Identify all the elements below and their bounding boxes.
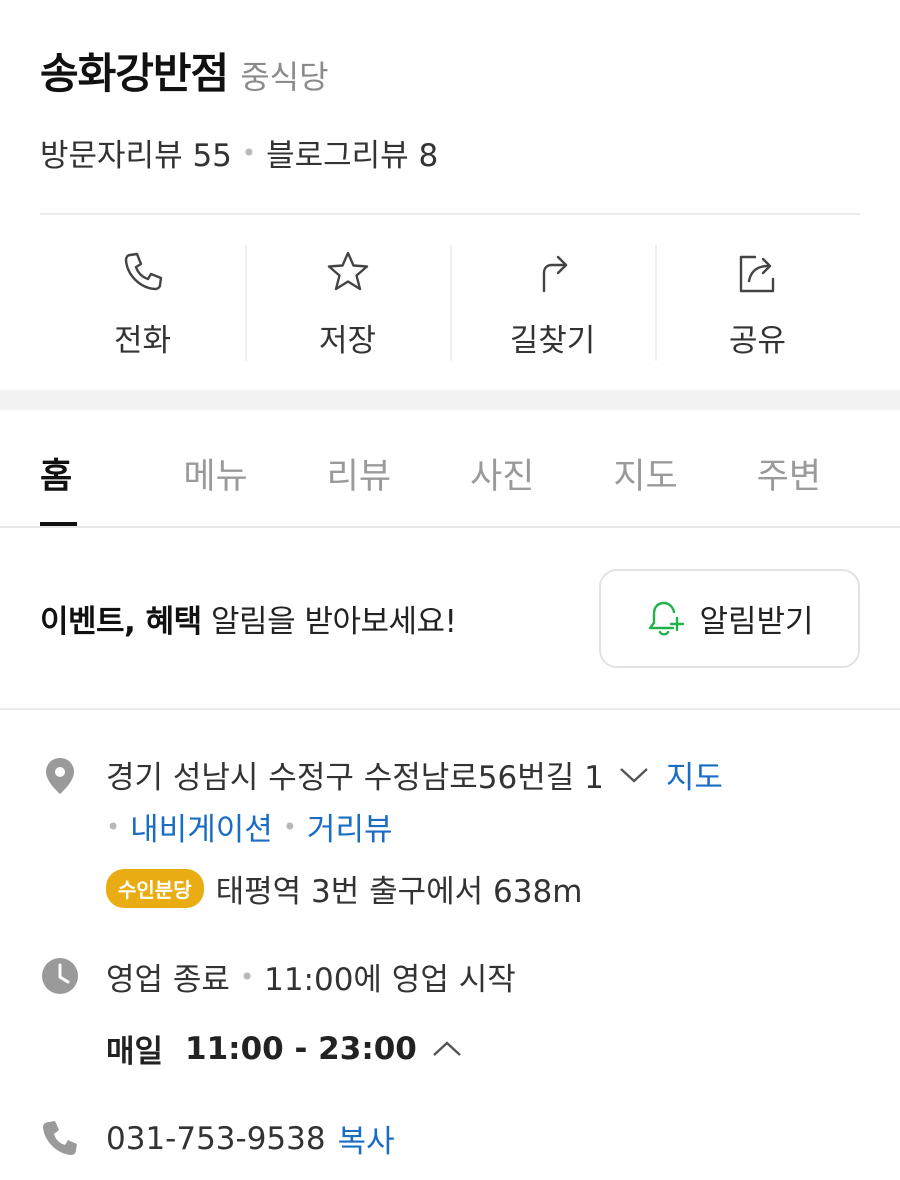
call-label: 전화 — [113, 323, 172, 359]
phone-number[interactable]: 031-753-9538 — [106, 1121, 326, 1157]
share-label: 공유 — [728, 323, 787, 359]
blog-reviews-link[interactable]: 블로그리뷰 8 — [266, 130, 438, 175]
separator-dot: • — [241, 138, 257, 167]
subway-distance-text: 태평역 3번 출구에서 638m — [215, 874, 583, 910]
visitor-reviews-link[interactable]: 방문자리뷰 55 — [40, 130, 232, 175]
promo-bold-text: 이벤트, 혜택 — [40, 604, 202, 640]
tab-review[interactable]: 리뷰 — [327, 410, 470, 526]
hours-time: 11:00 - 23:00 — [185, 1030, 417, 1067]
title-row: 송화강반점 중식당 — [40, 40, 860, 101]
address-text[interactable]: 경기 성남시 수정구 수정남로56번길 1 — [106, 752, 604, 797]
separator-dot: • — [239, 962, 255, 991]
promo-rest-text: 알림을 받아보세요! — [201, 604, 457, 640]
address-line: 경기 성남시 수정구 수정남로56번길 1 지도 — [106, 752, 723, 797]
save-label: 저장 — [318, 323, 377, 359]
tab-photo[interactable]: 사진 — [470, 410, 613, 526]
phone-filled-icon — [43, 1121, 77, 1155]
map-link[interactable]: 지도 — [666, 752, 723, 797]
hours-days: 매일 — [106, 1034, 164, 1070]
address-links: • 내비게이션 • 거리뷰 — [106, 804, 392, 849]
tab-nearby[interactable]: 주변 — [757, 410, 900, 526]
copy-phone-button[interactable]: 복사 — [338, 1116, 395, 1161]
directions-label: 길찾기 — [509, 323, 596, 359]
directions-icon — [542, 255, 567, 293]
hours-detail-line[interactable]: 매일 11:00 - 23:00 — [106, 1026, 479, 1071]
next-open-text: 11:00에 영업 시작 — [264, 962, 516, 998]
clock-icon — [42, 958, 78, 994]
save-button[interactable]: 저장 — [245, 245, 450, 361]
hours-status-line: 영업 종료 • 11:00에 영업 시작 — [106, 954, 516, 999]
tab-home[interactable]: 홈 — [40, 410, 183, 526]
promo-text: 이벤트, 혜택 알림을 받아보세요! — [40, 596, 457, 641]
business-status: 영업 종료 — [106, 962, 230, 998]
separator-dot: • — [282, 812, 297, 841]
navigation-link[interactable]: 내비게이션 — [130, 804, 273, 849]
place-name: 송화강반점 — [40, 49, 229, 98]
subscribe-alarm-label: 알림받기 — [699, 604, 814, 640]
place-header: 송화강반점 중식당 방문자리뷰 55 • 블로그리뷰 8 — [40, 40, 860, 174]
share-button[interactable]: 공유 — [655, 245, 860, 361]
star-icon — [327, 251, 368, 291]
subscribe-alarm-button[interactable]: 알림받기 — [599, 569, 860, 668]
phone-line: 031-753-9538 복사 — [106, 1116, 395, 1161]
place-category: 중식당 — [240, 58, 329, 96]
tab-map[interactable]: 지도 — [613, 410, 756, 526]
subway-line-badge: 수인분당 — [106, 869, 204, 908]
share-icon — [739, 255, 774, 293]
notification-promo: 이벤트, 혜택 알림을 받아보세요! 알림받기 — [0, 528, 900, 710]
divider — [40, 213, 860, 215]
review-counts: 방문자리뷰 55 • 블로그리뷰 8 — [40, 130, 438, 175]
call-button[interactable]: 전화 — [40, 245, 245, 361]
directions-button[interactable]: 길찾기 — [450, 245, 655, 361]
subway-info: 수인분당 태평역 3번 출구에서 638m — [106, 866, 582, 911]
location-pin-icon — [46, 758, 74, 794]
bell-plus-icon — [649, 601, 685, 635]
tab-menu[interactable]: 메뉴 — [183, 410, 326, 526]
street-view-link[interactable]: 거리뷰 — [307, 804, 393, 849]
action-bar: 전화 저장 길찾기 공유 — [40, 245, 860, 361]
tab-bar: 홈 메뉴 리뷰 사진 지도 주변 — [0, 410, 900, 528]
chevron-down-icon[interactable] — [618, 765, 650, 785]
chevron-up-icon[interactable] — [431, 1039, 463, 1059]
phone-icon — [124, 252, 162, 291]
section-divider-band — [0, 390, 900, 410]
separator-dot: • — [106, 812, 121, 841]
